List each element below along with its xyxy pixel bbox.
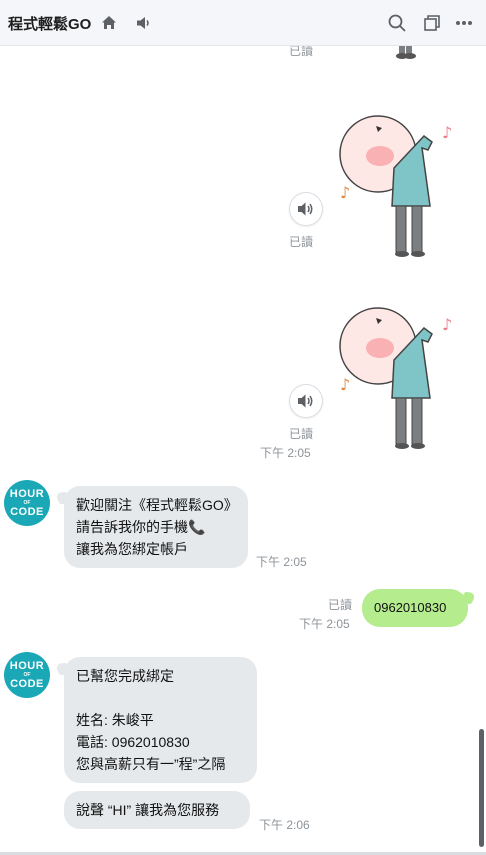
svg-text:♪: ♪: [340, 375, 350, 394]
bot-avatar[interactable]: HOUR OF CODE: [4, 652, 50, 698]
home-icon[interactable]: [98, 12, 120, 34]
chat-header: 程式輕鬆GO: [0, 0, 486, 46]
message-time: 下午 2:06: [259, 818, 310, 832]
search-icon[interactable]: [386, 12, 408, 34]
message-line: 您與高薪只有一”程”之隔: [76, 756, 226, 772]
singing-character-sticker[interactable]: ♪ ♪: [336, 106, 464, 296]
chat-title: 程式輕鬆GO: [8, 16, 92, 33]
message-line: 說聲 “HI” 讓我為您服務: [76, 802, 220, 818]
read-receipt: 已讀: [289, 235, 314, 249]
message-line: 讓我為您綁定帳戶: [76, 541, 188, 557]
speaker-icon: [298, 202, 313, 216]
scrollbar-thumb[interactable]: [479, 729, 484, 847]
read-receipt: 已讀: [289, 46, 314, 58]
message-time: 下午 2:05: [260, 446, 311, 460]
sticker-feet-icon: [396, 46, 416, 59]
speaker-icon[interactable]: [132, 12, 154, 34]
svg-text:♪: ♪: [442, 123, 452, 142]
incoming-message-bubble[interactable]: 說聲 “HI” 讓我為您服務: [64, 791, 250, 829]
message-time: 下午 2:05: [299, 617, 350, 631]
chat-area[interactable]: 已讀 已讀 ♪ ♪ 已讀 下午 2:05 ♪ ♪ HOUR OF CODE 歡迎…: [0, 46, 486, 852]
read-receipt: 已讀: [289, 427, 314, 441]
incoming-message-bubble[interactable]: 已幫您完成綁定 姓名: 朱峻平 電話: 0962010830 您與高薪只有一”程…: [64, 657, 257, 783]
message-line: 已幫您完成綁定: [76, 668, 174, 684]
more-icon[interactable]: [453, 12, 475, 34]
svg-text:♪: ♪: [340, 183, 350, 202]
speaker-icon: [298, 394, 313, 408]
bot-avatar[interactable]: HOUR OF CODE: [4, 480, 50, 526]
read-receipt: 已讀: [328, 598, 353, 612]
incoming-message-bubble[interactable]: 歡迎關注《程式輕鬆GO》 請告訴我你的手機📞 讓我為您綁定帳戶: [64, 486, 248, 568]
message-time: 下午 2:05: [256, 555, 307, 569]
audio-play-button[interactable]: [289, 384, 323, 418]
message-line: 歡迎關注《程式輕鬆GO》: [76, 497, 238, 513]
message-text: 0962010830: [374, 600, 447, 615]
message-line: 請告訴我你的手機📞: [76, 519, 206, 535]
svg-text:♪: ♪: [442, 315, 452, 334]
message-line: 姓名: 朱峻平: [76, 712, 154, 728]
outgoing-message-bubble[interactable]: 0962010830: [362, 589, 468, 627]
message-line: 電話: 0962010830: [76, 734, 190, 750]
audio-play-button[interactable]: [289, 192, 323, 226]
message-line: [76, 687, 245, 709]
singing-character-sticker[interactable]: ♪ ♪: [336, 298, 464, 488]
notes-icon[interactable]: [421, 12, 443, 34]
